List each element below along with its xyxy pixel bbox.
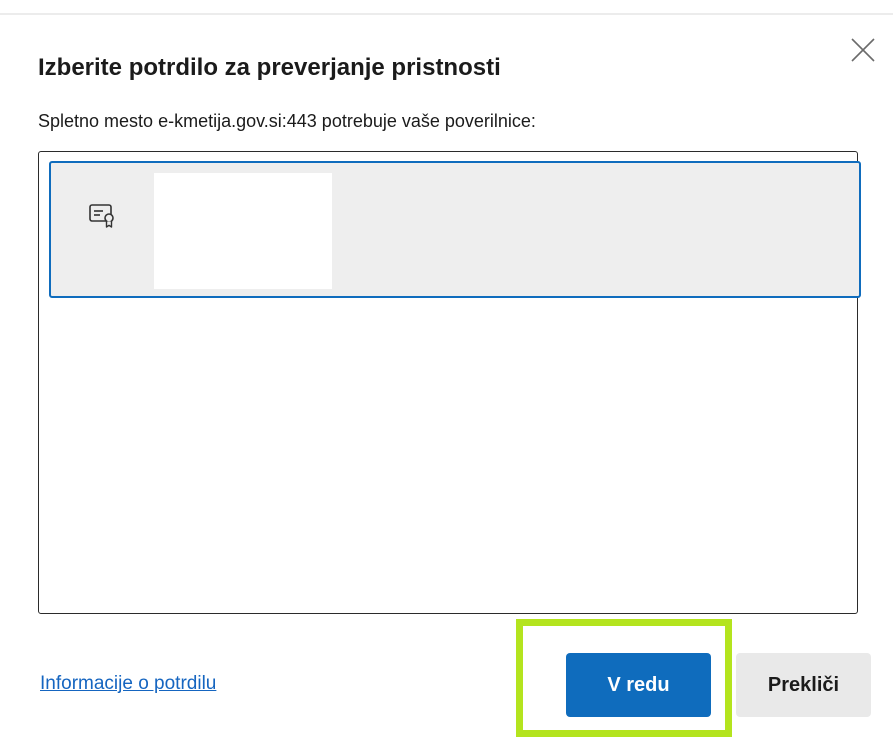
ok-button[interactable]: V redu	[566, 653, 711, 717]
certificate-list-item[interactable]	[49, 161, 861, 298]
certificate-info-link[interactable]: Informacije o potrdilu	[40, 673, 216, 695]
certificate-name-redacted	[154, 173, 332, 289]
certificate-dialog: Izberite potrdilo za preverjanje pristno…	[0, 0, 893, 738]
certificate-list[interactable]	[38, 151, 861, 614]
close-button[interactable]	[846, 33, 880, 67]
dialog-title: Izberite potrdilo za preverjanje pristno…	[38, 54, 501, 81]
certificate-icon	[89, 204, 114, 228]
dialog-subtitle: Spletno mesto e-kmetija.gov.si:443 potre…	[38, 111, 536, 131]
cancel-button[interactable]: Prekliči	[736, 653, 871, 717]
close-icon	[851, 38, 875, 62]
top-divider	[0, 13, 893, 15]
